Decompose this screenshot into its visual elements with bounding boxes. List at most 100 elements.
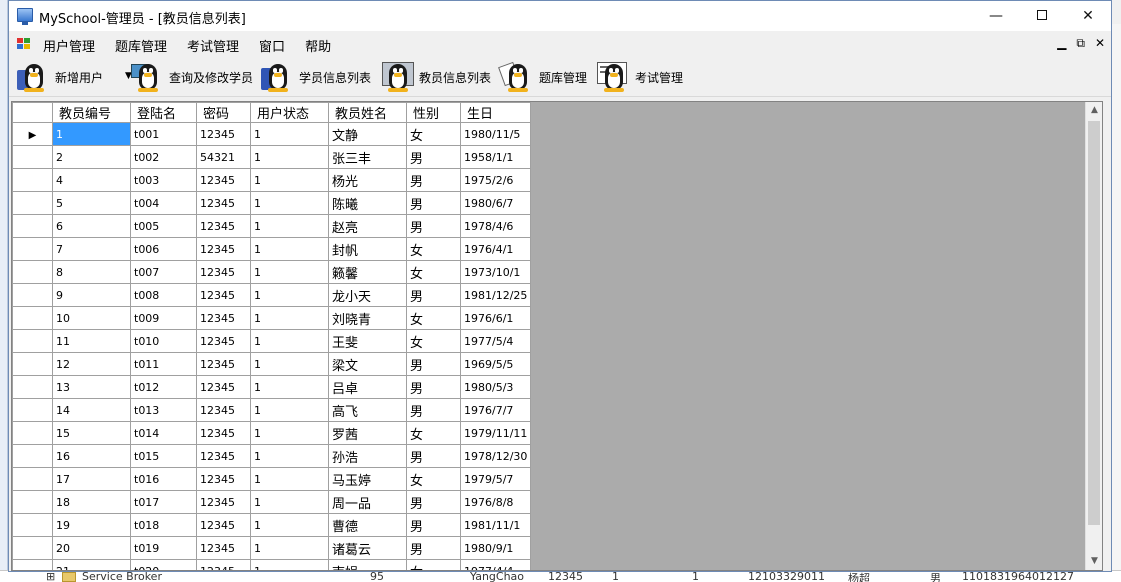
mdi-minimize-button[interactable]: ▁ [1057, 36, 1066, 51]
row-header[interactable] [12, 536, 53, 560]
column-header-user-status[interactable]: 用户状态 [250, 102, 329, 123]
row-header[interactable] [12, 352, 53, 376]
student-list-button[interactable]: 学员信息列表 [261, 57, 371, 97]
row-header[interactable] [12, 214, 53, 238]
teacher-id-cell[interactable]: 1 [52, 122, 131, 146]
row-header[interactable] [12, 306, 53, 330]
birthday-cell[interactable]: 1976/7/7 [459, 398, 532, 422]
login-name-cell[interactable]: t016 [130, 467, 197, 491]
teacher-id-cell[interactable]: 19 [52, 513, 131, 537]
teacher-id-cell[interactable]: 14 [52, 398, 131, 422]
password-cell[interactable]: 12345 [196, 352, 251, 376]
teacher-name-cell[interactable]: 杨光 [328, 168, 407, 192]
login-name-cell[interactable]: t001 [130, 122, 197, 146]
teacher-id-cell[interactable]: 6 [52, 214, 131, 238]
user-status-cell[interactable]: 1 [250, 168, 329, 192]
teacher-name-cell[interactable]: 赵亮 [328, 214, 407, 238]
column-header-birthday[interactable]: 生日 [459, 102, 532, 123]
table-row[interactable]: 8 t007 12345 1 籁馨女 1973/10/1 [12, 260, 532, 284]
teacher-id-cell[interactable]: 2 [52, 145, 131, 169]
birthday-cell[interactable]: 1981/12/25 [459, 283, 532, 307]
birthday-cell[interactable]: 1980/5/3 [459, 375, 532, 399]
password-cell[interactable]: 12345 [196, 375, 251, 399]
table-row[interactable]: 15 t014 12345 1 罗茜女 1979/11/11 [12, 421, 532, 445]
row-header[interactable] [12, 467, 53, 491]
login-name-cell[interactable]: t002 [130, 145, 197, 169]
password-cell[interactable]: 12345 [196, 191, 251, 215]
gender-cell[interactable]: 男 [406, 444, 461, 468]
table-row[interactable]: 20 t019 12345 1 诸葛云男 1980/9/1 [12, 536, 532, 560]
table-row[interactable]: 16 t015 12345 1 孙浩男 1978/12/30 [12, 444, 532, 468]
login-name-cell[interactable]: t012 [130, 375, 197, 399]
column-header-password[interactable]: 密码 [196, 102, 251, 123]
user-status-cell[interactable]: 1 [250, 306, 329, 330]
table-row[interactable]: 17 t016 12345 1 马玉婷女 1979/5/7 [12, 467, 532, 491]
scroll-up-button[interactable]: ▲ [1086, 102, 1102, 119]
gender-cell[interactable]: 男 [406, 536, 461, 560]
minimize-button[interactable]: — [973, 1, 1019, 31]
close-button[interactable]: ✕ [1065, 1, 1111, 31]
teacher-name-cell[interactable]: 罗茜 [328, 421, 407, 445]
password-cell[interactable]: 12345 [196, 398, 251, 422]
row-header[interactable] [12, 145, 53, 169]
gender-cell[interactable]: 男 [406, 513, 461, 537]
teacher-id-cell[interactable]: 11 [52, 329, 131, 353]
table-row[interactable]: 4 t003 12345 1 杨光男 1975/2/6 [12, 168, 532, 192]
teacher-name-cell[interactable]: 文静 [328, 122, 407, 146]
row-header[interactable] [12, 490, 53, 514]
exam-management-button[interactable]: 考试管理 [597, 57, 683, 97]
table-row[interactable]: 12 t011 12345 1 梁文男 1969/5/5 [12, 352, 532, 376]
gender-cell[interactable]: 男 [406, 375, 461, 399]
gender-cell[interactable]: 女 [406, 559, 461, 570]
login-name-cell[interactable]: t019 [130, 536, 197, 560]
user-status-cell[interactable]: 1 [250, 467, 329, 491]
login-name-cell[interactable]: t008 [130, 283, 197, 307]
table-row[interactable]: 21t020123451南娟女1977/4/4 [12, 559, 532, 570]
birthday-cell[interactable]: 1978/4/6 [459, 214, 532, 238]
row-header[interactable] [12, 329, 53, 353]
password-cell[interactable]: 12345 [196, 559, 251, 570]
gender-cell[interactable]: 男 [406, 214, 461, 238]
mdi-close-button[interactable]: ✕ [1095, 36, 1105, 51]
row-header[interactable] [12, 237, 53, 261]
login-name-cell[interactable]: t018 [130, 513, 197, 537]
password-cell[interactable]: 12345 [196, 536, 251, 560]
password-cell[interactable]: 12345 [196, 283, 251, 307]
user-status-cell[interactable]: 1 [250, 191, 329, 215]
teacher-name-cell[interactable]: 南娟 [328, 559, 407, 570]
login-name-cell[interactable]: t017 [130, 490, 197, 514]
row-header[interactable] [12, 444, 53, 468]
grid-table[interactable]: 教员编号 登陆名 密码 用户状态 教员姓名 性别 生日 ▶ 1 t001 12345 1… [12, 102, 532, 570]
gender-cell[interactable]: 女 [406, 122, 461, 146]
teacher-name-cell[interactable]: 孙浩 [328, 444, 407, 468]
teacher-id-cell[interactable]: 17 [52, 467, 131, 491]
password-cell[interactable]: 12345 [196, 168, 251, 192]
teacher-id-cell[interactable]: 12 [52, 352, 131, 376]
row-header[interactable] [12, 375, 53, 399]
user-status-cell[interactable]: 1 [250, 375, 329, 399]
teacher-name-cell[interactable]: 曹德 [328, 513, 407, 537]
teacher-id-cell[interactable]: 8 [52, 260, 131, 284]
password-cell[interactable]: 12345 [196, 444, 251, 468]
table-row[interactable]: 14 t013 12345 1 高飞男 1976/7/7 [12, 398, 532, 422]
menu-question-bank[interactable]: 题库管理 [115, 36, 177, 55]
mdi-child-icon[interactable] [17, 38, 31, 50]
password-cell[interactable]: 12345 [196, 306, 251, 330]
login-name-cell[interactable]: t020 [130, 559, 197, 570]
teacher-id-cell[interactable]: 16 [52, 444, 131, 468]
login-name-cell[interactable]: t009 [130, 306, 197, 330]
teacher-id-cell[interactable]: 15 [52, 421, 131, 445]
user-status-cell[interactable]: 1 [250, 122, 329, 146]
password-cell[interactable]: 12345 [196, 490, 251, 514]
title-bar[interactable]: MySchool-管理员 - [教员信息列表] — ✕ [9, 1, 1111, 31]
user-status-cell[interactable]: 1 [250, 283, 329, 307]
birthday-cell[interactable]: 1958/1/1 [459, 145, 532, 169]
table-row[interactable]: 10 t009 12345 1 刘晓青女 1976/6/1 [12, 306, 532, 330]
login-name-cell[interactable]: t006 [130, 237, 197, 261]
gender-cell[interactable]: 男 [406, 145, 461, 169]
login-name-cell[interactable]: t010 [130, 329, 197, 353]
row-header[interactable] [12, 513, 53, 537]
table-row[interactable]: 7 t006 12345 1 封帆女 1976/4/1 [12, 237, 532, 261]
gender-cell[interactable]: 女 [406, 329, 461, 353]
password-cell[interactable]: 54321 [196, 145, 251, 169]
